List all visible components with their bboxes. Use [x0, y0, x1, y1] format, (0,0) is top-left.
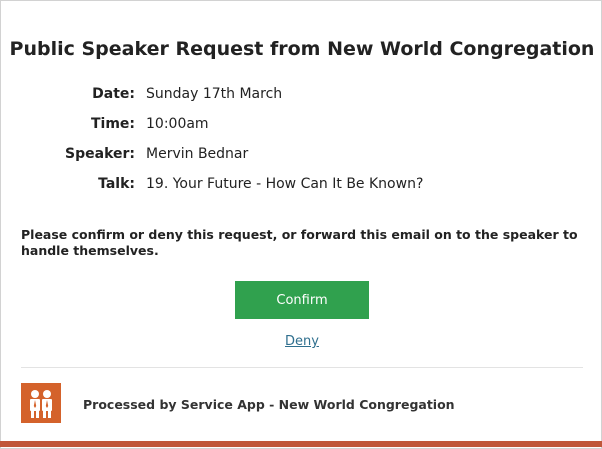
talk-value: 19. Your Future - How Can It Be Known? — [146, 176, 424, 192]
footer-divider — [21, 367, 583, 368]
time-label: Time: — [90, 116, 135, 132]
people-pair-icon — [21, 383, 61, 423]
detail-row-time: Time: 10:00am — [1, 116, 602, 140]
speaker-value: Mervin Bednar — [146, 146, 249, 162]
detail-row-date: Date: Sunday 17th March — [1, 86, 602, 110]
deny-link-text[interactable]: Deny — [285, 334, 319, 349]
date-value: Sunday 17th March — [146, 86, 283, 102]
speaker-label: Speaker: — [65, 146, 135, 162]
email-title: Public Speaker Request from New World Co… — [9, 38, 595, 60]
email-container: Public Speaker Request from New World Co… — [0, 0, 602, 449]
deny-link: Deny — [1, 334, 602, 349]
date-label: Date: — [92, 86, 135, 102]
time-value: 10:00am — [146, 116, 209, 132]
detail-row-speaker: Speaker: Mervin Bednar — [1, 146, 602, 170]
talk-label: Talk: — [98, 176, 135, 192]
instructions-text: Please confirm or deny this request, or … — [21, 227, 578, 258]
bottom-accent-bar — [0, 441, 602, 447]
confirm-button[interactable]: Confirm — [235, 281, 369, 319]
detail-row-talk: Talk: 19. Your Future - How Can It Be Kn… — [1, 176, 602, 200]
footer-processed-by: Processed by Service App - New World Con… — [83, 397, 455, 412]
